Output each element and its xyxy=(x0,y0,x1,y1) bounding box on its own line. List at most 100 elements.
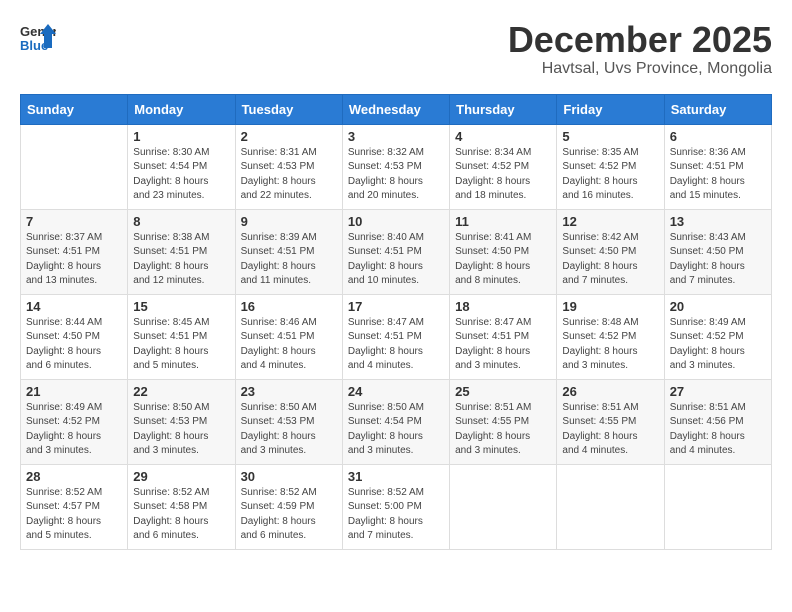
calendar-day-cell: 15 Sunrise: 8:45 AM Sunset: 4:51 PM Dayli… xyxy=(128,294,235,379)
day-number: 7 xyxy=(26,214,122,229)
day-info: Sunrise: 8:51 AM Sunset: 4:55 PM Dayligh… xyxy=(455,401,551,459)
day-number: 9 xyxy=(241,214,337,229)
calendar-day-cell: 8 Sunrise: 8:38 AM Sunset: 4:51 PM Daylig… xyxy=(128,209,235,294)
logo-icon: General Blue xyxy=(20,20,56,56)
day-number: 13 xyxy=(670,214,766,229)
calendar-day-cell: 20Sunrise: 8:49 AM Sunset: 4:52 PM Dayli… xyxy=(664,294,771,379)
day-info: Sunrise: 8:45 AM Sunset: 4:51 PM Dayligh… xyxy=(133,316,229,374)
day-number: 12 xyxy=(562,214,658,229)
calendar-day-cell: 12 Sunrise: 8:42 AM Sunset: 4:50 PM Dayli… xyxy=(557,209,664,294)
day-info: Sunrise: 8:42 AM Sunset: 4:50 PM Dayligh… xyxy=(562,231,658,289)
day-number: 17 xyxy=(348,299,444,314)
calendar-day-cell: 27 Sunrise: 8:51 AM Sunset: 4:56 PM Dayli… xyxy=(664,379,771,464)
day-number: 11 xyxy=(455,214,551,229)
svg-text:Blue: Blue xyxy=(20,38,48,53)
calendar-day-cell: 17 Sunrise: 8:47 AM Sunset: 4:51 PM Dayli… xyxy=(342,294,449,379)
day-info: Sunrise: 8:48 AM Sunset: 4:52 PM Dayligh… xyxy=(562,316,658,374)
calendar-day-cell: 30 Sunrise: 8:52 AM Sunset: 4:59 PM Dayli… xyxy=(235,464,342,549)
day-number: 22 xyxy=(133,384,229,399)
calendar-day-cell xyxy=(450,464,557,549)
calendar-day-cell: 31 Sunrise: 8:52 AM Sunset: 5:00 PM Dayli… xyxy=(342,464,449,549)
month-title: December 2025 xyxy=(508,20,772,60)
day-number: 16 xyxy=(241,299,337,314)
day-number: 25 xyxy=(455,384,551,399)
day-info: Sunrise: 8:37 AM Sunset: 4:51 PM Dayligh… xyxy=(26,231,122,289)
day-number: 15 xyxy=(133,299,229,314)
day-number: 29 xyxy=(133,469,229,484)
calendar-day-cell: 13 Sunrise: 8:43 AM Sunset: 4:50 PM Dayli… xyxy=(664,209,771,294)
calendar-day-cell: 22 Sunrise: 8:50 AM Sunset: 4:53 PM Dayli… xyxy=(128,379,235,464)
day-info: Sunrise: 8:46 AM Sunset: 4:51 PM Dayligh… xyxy=(241,316,337,374)
calendar-day-cell: 7 Sunrise: 8:37 AM Sunset: 4:51 PM Daylig… xyxy=(21,209,128,294)
calendar-week-row: 7 Sunrise: 8:37 AM Sunset: 4:51 PM Daylig… xyxy=(21,209,772,294)
calendar-day-cell: 6Sunrise: 8:36 AM Sunset: 4:51 PM Daylig… xyxy=(664,124,771,209)
day-number: 23 xyxy=(241,384,337,399)
calendar-day-cell: 3Sunrise: 8:32 AM Sunset: 4:53 PM Daylig… xyxy=(342,124,449,209)
day-number: 28 xyxy=(26,469,122,484)
day-info: Sunrise: 8:52 AM Sunset: 4:59 PM Dayligh… xyxy=(241,486,337,544)
day-number: 10 xyxy=(348,214,444,229)
calendar-day-cell xyxy=(21,124,128,209)
day-number: 21 xyxy=(26,384,122,399)
calendar-day-cell: 26 Sunrise: 8:51 AM Sunset: 4:55 PM Dayli… xyxy=(557,379,664,464)
calendar-week-row: 1 Sunrise: 8:30 AM Sunset: 4:54 PM Daylig… xyxy=(21,124,772,209)
day-info: Sunrise: 8:51 AM Sunset: 4:56 PM Dayligh… xyxy=(670,401,766,459)
day-info: Sunrise: 8:44 AM Sunset: 4:50 PM Dayligh… xyxy=(26,316,122,374)
calendar-table: SundayMondayTuesdayWednesdayThursdayFrid… xyxy=(20,94,772,550)
calendar-week-row: 21 Sunrise: 8:49 AM Sunset: 4:52 PM Dayli… xyxy=(21,379,772,464)
calendar-day-cell: 21 Sunrise: 8:49 AM Sunset: 4:52 PM Dayli… xyxy=(21,379,128,464)
logo: General Blue xyxy=(20,20,60,56)
day-info: Sunrise: 8:50 AM Sunset: 4:54 PM Dayligh… xyxy=(348,401,444,459)
day-info: Sunrise: 8:49 AM Sunset: 4:52 PM Dayligh… xyxy=(26,401,122,459)
calendar-day-cell: 1 Sunrise: 8:30 AM Sunset: 4:54 PM Daylig… xyxy=(128,124,235,209)
day-number: 2 xyxy=(241,129,337,144)
day-info: Sunrise: 8:43 AM Sunset: 4:50 PM Dayligh… xyxy=(670,231,766,289)
day-info: Sunrise: 8:40 AM Sunset: 4:51 PM Dayligh… xyxy=(348,231,444,289)
day-number: 24 xyxy=(348,384,444,399)
day-number: 14 xyxy=(26,299,122,314)
day-info: Sunrise: 8:35 AM Sunset: 4:52 PM Dayligh… xyxy=(562,146,658,204)
day-number: 27 xyxy=(670,384,766,399)
day-info: Sunrise: 8:52 AM Sunset: 4:57 PM Dayligh… xyxy=(26,486,122,544)
calendar-day-cell: 4Sunrise: 8:34 AM Sunset: 4:52 PM Daylig… xyxy=(450,124,557,209)
calendar-day-cell: 25 Sunrise: 8:51 AM Sunset: 4:55 PM Dayli… xyxy=(450,379,557,464)
calendar-day-cell: 23 Sunrise: 8:50 AM Sunset: 4:53 PM Dayli… xyxy=(235,379,342,464)
day-info: Sunrise: 8:47 AM Sunset: 4:51 PM Dayligh… xyxy=(455,316,551,374)
day-info: Sunrise: 8:51 AM Sunset: 4:55 PM Dayligh… xyxy=(562,401,658,459)
calendar-day-cell: 2Sunrise: 8:31 AM Sunset: 4:53 PM Daylig… xyxy=(235,124,342,209)
calendar-day-header: Sunday xyxy=(21,94,128,124)
calendar-day-header: Wednesday xyxy=(342,94,449,124)
calendar-day-header: Thursday xyxy=(450,94,557,124)
calendar-day-cell: 9 Sunrise: 8:39 AM Sunset: 4:51 PM Daylig… xyxy=(235,209,342,294)
calendar-day-cell: 14 Sunrise: 8:44 AM Sunset: 4:50 PM Dayli… xyxy=(21,294,128,379)
calendar-day-cell: 28 Sunrise: 8:52 AM Sunset: 4:57 PM Dayli… xyxy=(21,464,128,549)
day-info: Sunrise: 8:52 AM Sunset: 4:58 PM Dayligh… xyxy=(133,486,229,544)
day-info: Sunrise: 8:50 AM Sunset: 4:53 PM Dayligh… xyxy=(133,401,229,459)
day-number: 1 xyxy=(133,129,229,144)
calendar-day-header: Saturday xyxy=(664,94,771,124)
day-info: Sunrise: 8:50 AM Sunset: 4:53 PM Dayligh… xyxy=(241,401,337,459)
day-number: 19 xyxy=(562,299,658,314)
location-title: Havtsal, Uvs Province, Mongolia xyxy=(508,60,772,78)
day-info: Sunrise: 8:30 AM Sunset: 4:54 PM Dayligh… xyxy=(133,146,229,204)
title-area: December 2025 Havtsal, Uvs Province, Mon… xyxy=(508,20,772,78)
day-info: Sunrise: 8:39 AM Sunset: 4:51 PM Dayligh… xyxy=(241,231,337,289)
calendar-day-cell: 5 Sunrise: 8:35 AM Sunset: 4:52 PM Daylig… xyxy=(557,124,664,209)
day-info: Sunrise: 8:47 AM Sunset: 4:51 PM Dayligh… xyxy=(348,316,444,374)
day-number: 31 xyxy=(348,469,444,484)
calendar-week-row: 28 Sunrise: 8:52 AM Sunset: 4:57 PM Dayli… xyxy=(21,464,772,549)
day-number: 6 xyxy=(670,129,766,144)
calendar-day-cell xyxy=(664,464,771,549)
day-number: 3 xyxy=(348,129,444,144)
day-number: 5 xyxy=(562,129,658,144)
day-number: 30 xyxy=(241,469,337,484)
day-number: 18 xyxy=(455,299,551,314)
calendar-day-cell: 10 Sunrise: 8:40 AM Sunset: 4:51 PM Dayli… xyxy=(342,209,449,294)
calendar-day-header: Monday xyxy=(128,94,235,124)
day-info: Sunrise: 8:38 AM Sunset: 4:51 PM Dayligh… xyxy=(133,231,229,289)
day-number: 26 xyxy=(562,384,658,399)
day-info: Sunrise: 8:52 AM Sunset: 5:00 PM Dayligh… xyxy=(348,486,444,544)
day-number: 8 xyxy=(133,214,229,229)
calendar-day-cell: 24 Sunrise: 8:50 AM Sunset: 4:54 PM Dayli… xyxy=(342,379,449,464)
day-info: Sunrise: 8:49 AM Sunset: 4:52 PM Dayligh… xyxy=(670,316,766,374)
